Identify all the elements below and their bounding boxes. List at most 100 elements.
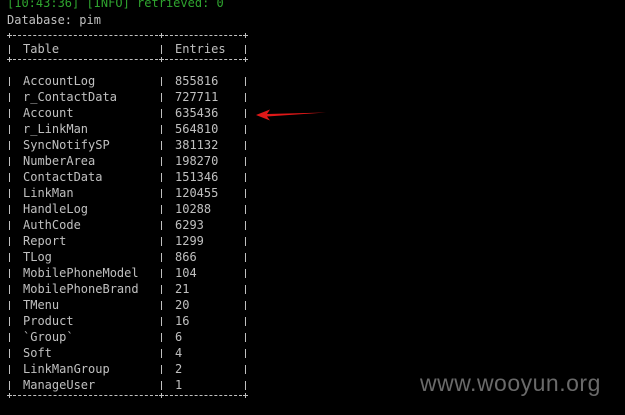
table-name-cell: SyncNotifySP [23,138,110,152]
border-bar [245,349,246,358]
border-bar [161,157,162,166]
border-corner [159,33,164,38]
border-bar [245,285,246,294]
border-bar [245,237,246,246]
border-corner [7,57,12,62]
border-bar [161,333,162,342]
border-bar [161,141,162,150]
entries-cell: 381132 [175,138,219,152]
border-bar [245,333,246,342]
table-row: HandleLog 10288 [7,201,249,217]
entries-cell: 4 [175,346,183,360]
table-row: LinkManGroup 2 [7,361,249,377]
terminal-output: [10:43:36] [INFO] retrieved: 0 Database:… [7,0,617,415]
table-border-bottom [7,393,249,398]
border-bar [245,93,246,102]
table-row: Account 635436 [7,105,249,121]
entries-cell: 151346 [175,170,219,184]
border-bar [9,173,10,182]
border-bar [9,221,10,230]
border-corner [159,393,164,398]
border-bar [245,157,246,166]
table-row: ContactData 151346 [7,169,249,185]
border-bar [161,285,162,294]
entries-cell: 120455 [175,186,219,200]
table-name-cell: MobilePhoneModel [23,266,139,280]
table-row: MobilePhoneBrand 21 [7,281,249,297]
entries-cell: 21 [175,282,190,296]
border-bar [9,253,10,262]
table-row: Soft 4 [7,345,249,361]
border-bar [161,173,162,182]
border-dash [165,35,242,37]
border-bar [9,349,10,358]
border-bar [245,301,246,310]
border-bar [245,109,246,118]
entries-cell: 564810 [175,122,219,136]
table-row: AuthCode 6293 [7,217,249,233]
entries-cell: 198270 [175,154,219,168]
table-name-cell: LinkManGroup [23,362,110,376]
entries-cell: 16 [175,314,190,328]
border-bar [245,269,246,278]
border-bar [161,93,162,102]
border-dash [13,395,158,397]
border-bar [9,205,10,214]
table-name-cell: TLog [23,250,52,264]
border-bar [9,269,10,278]
border-bar [245,45,246,54]
entries-cell: 10288 [175,202,212,216]
entries-cell: 2 [175,362,183,376]
watermark: www.wooyun.org [420,370,601,396]
border-dash [13,59,158,61]
border-bar [9,77,10,86]
border-dash [165,59,242,61]
table-header-row: Table Entries [7,41,249,57]
border-bar [9,365,10,374]
border-bar [245,173,246,182]
log-line: [10:43:36] [INFO] retrieved: 0 [7,0,224,10]
border-bar [9,189,10,198]
border-bar [161,365,162,374]
entries-cell: 855816 [175,74,219,88]
border-bar [9,141,10,150]
entries-cell: Entries [175,42,226,56]
table-name-cell: TMenu [23,298,60,312]
table-name-cell: MobilePhoneBrand [23,282,139,296]
border-bar [245,77,246,86]
entries-cell: 104 [175,266,197,280]
border-bar [161,301,162,310]
border-bar [245,189,246,198]
table-name-cell: ManageUser [23,378,96,392]
table-name-cell: Soft [23,346,52,360]
border-bar [245,125,246,134]
table-name-cell: NumberArea [23,154,96,168]
border-bar [9,285,10,294]
table-row: AccountLog 855816 [7,73,249,89]
border-bar [245,253,246,262]
border-bar [161,221,162,230]
border-bar [245,205,246,214]
border-bar [161,189,162,198]
border-bar [245,381,246,390]
border-bar [9,125,10,134]
border-bar [9,45,10,54]
entries-cell: 1299 [175,234,204,248]
table-name-cell: HandleLog [23,202,89,216]
table-row: `Group` 6 [7,329,249,345]
border-bar [161,237,162,246]
border-bar [9,157,10,166]
table-name-cell: Table [23,42,60,56]
border-dash [13,35,158,37]
table-name-cell: r_LinkMan [23,122,89,136]
border-bar [245,317,246,326]
border-bar [9,333,10,342]
entries-cell: 1 [175,378,183,392]
border-corner [7,33,12,38]
border-corner [243,393,248,398]
border-corner [159,57,164,62]
table-name-cell: Product [23,314,74,328]
border-corner [7,393,12,398]
database-line: Database: pim [7,13,101,27]
border-bar [9,93,10,102]
